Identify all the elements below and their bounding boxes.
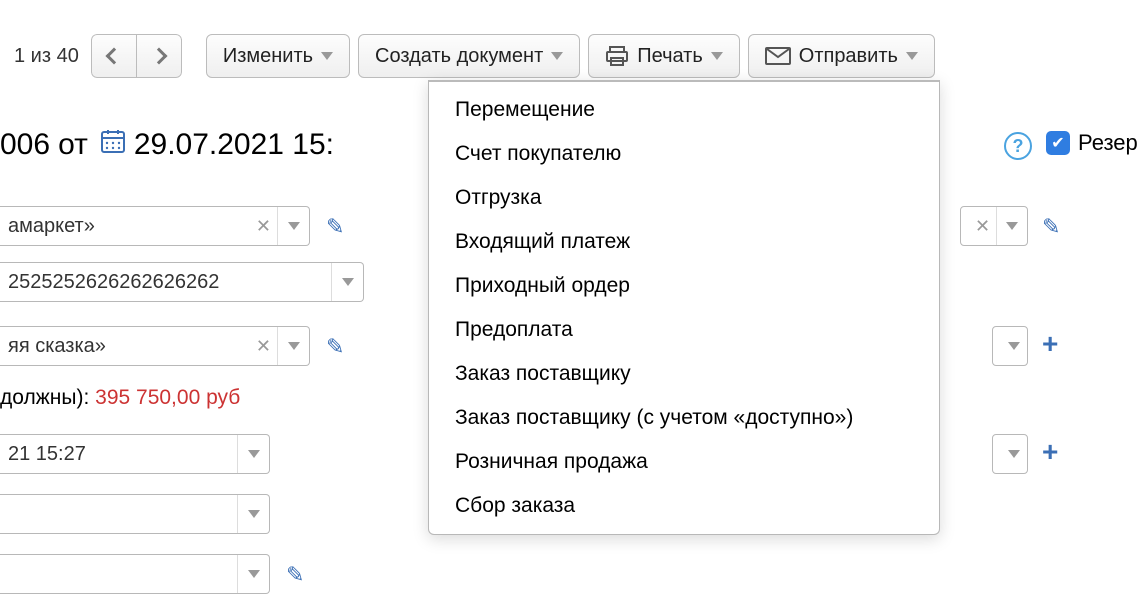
caret-down-icon <box>321 52 333 60</box>
menu-item-shipment[interactable]: Отгрузка <box>429 176 939 220</box>
organization-field[interactable]: яя сказка» ✕ <box>0 326 310 366</box>
caret-down-icon <box>248 510 260 518</box>
caret-down-icon <box>288 342 300 350</box>
edit-label: Изменить <box>223 45 313 68</box>
reserve-label: Резер <box>1078 130 1138 156</box>
add-icon[interactable]: + <box>1042 328 1058 360</box>
create-doc-button[interactable]: Создать документ <box>358 34 580 78</box>
counterparty-value: амаркет» <box>8 215 250 238</box>
menu-item-purchase-order-available[interactable]: Заказ поставщику (с учетом «доступно») <box>429 396 939 440</box>
print-label: Печать <box>637 45 703 68</box>
menu-item-move[interactable]: Перемещение <box>429 88 939 132</box>
caret-down-icon <box>342 278 354 286</box>
contract-field-tail[interactable] <box>992 326 1028 366</box>
doc-from-label: от <box>58 128 88 162</box>
balance-amount: 395 750,00 руб <box>95 386 240 409</box>
caret-down-icon <box>551 52 563 60</box>
clear-icon[interactable]: ✕ <box>969 216 996 237</box>
plan-date-field[interactable]: 21 15:27 <box>0 434 270 474</box>
send-button[interactable]: Отправить <box>748 34 935 78</box>
chevron-left-icon <box>105 48 122 65</box>
toolbar: 1 из 40 Изменить Создать документ Печать… <box>14 34 935 78</box>
dropdown-toggle[interactable] <box>237 495 269 533</box>
menu-item-incoming-payment[interactable]: Входящий платеж <box>429 220 939 264</box>
menu-item-purchase-order[interactable]: Заказ поставщику <box>429 352 939 396</box>
record-counter: 1 из 40 <box>14 45 79 68</box>
next-button[interactable] <box>136 34 182 78</box>
doc-datetime: 29.07.2021 15: <box>134 128 334 162</box>
print-button[interactable]: Печать <box>588 34 740 78</box>
edit-pencil-icon[interactable]: ✎ <box>1042 214 1060 240</box>
send-label: Отправить <box>799 45 898 68</box>
clear-icon[interactable]: ✕ <box>250 336 277 357</box>
caret-down-icon <box>1006 222 1018 230</box>
menu-item-invoice[interactable]: Счет покупателю <box>429 132 939 176</box>
caret-down-icon <box>248 570 260 578</box>
help-icon[interactable]: ? <box>1004 132 1032 160</box>
clear-icon[interactable]: ✕ <box>250 216 277 237</box>
menu-item-order-picking[interactable]: Сбор заказа <box>429 484 939 528</box>
project-field-tail[interactable] <box>992 434 1028 474</box>
dropdown-toggle[interactable] <box>1001 327 1027 365</box>
printer-icon <box>605 46 629 66</box>
caret-down-icon <box>906 52 918 60</box>
warehouse-field-tail[interactable]: ✕ <box>960 206 1028 246</box>
doc-number: 006 <box>0 128 50 162</box>
create-doc-label: Создать документ <box>375 45 543 68</box>
edit-pencil-icon[interactable]: ✎ <box>326 334 344 360</box>
caret-down-icon <box>1008 342 1020 350</box>
prev-button[interactable] <box>91 34 136 78</box>
balance-label: должны): <box>0 386 95 409</box>
caret-down-icon <box>248 450 260 458</box>
document-title: 006 от 29.07.2021 15: <box>0 128 334 162</box>
edit-pencil-icon[interactable]: ✎ <box>286 562 304 588</box>
account-value: 2525252626262626262 <box>8 271 331 294</box>
nav-buttons <box>91 34 182 78</box>
mail-icon <box>765 47 791 65</box>
chevron-right-icon <box>150 48 167 65</box>
create-doc-dropdown: Перемещение Счет покупателю Отгрузка Вхо… <box>428 80 940 535</box>
dropdown-toggle[interactable] <box>237 555 269 593</box>
organization-value: яя сказка» <box>8 335 250 358</box>
menu-item-retail-sale[interactable]: Розничная продажа <box>429 440 939 484</box>
caret-down-icon <box>711 52 723 60</box>
dropdown-toggle[interactable] <box>277 327 309 365</box>
dropdown-toggle[interactable] <box>1001 435 1027 473</box>
calendar-icon[interactable] <box>100 128 126 162</box>
dropdown-toggle[interactable] <box>237 435 269 473</box>
plan-date-value: 21 15:27 <box>8 443 237 466</box>
account-field[interactable]: 2525252626262626262 <box>0 262 364 302</box>
channel-field[interactable] <box>0 494 270 534</box>
menu-item-receipt-order[interactable]: Приходный ордер <box>429 264 939 308</box>
caret-down-icon <box>1008 450 1020 458</box>
balance-line: должны): 395 750,00 руб <box>0 386 240 410</box>
menu-item-prepayment[interactable]: Предоплата <box>429 308 939 352</box>
counterparty-field[interactable]: амаркет» ✕ <box>0 206 310 246</box>
edit-button[interactable]: Изменить <box>206 34 350 78</box>
edit-pencil-icon[interactable]: ✎ <box>326 214 344 240</box>
reserve-checkbox-group: ✔ Резер <box>1046 130 1138 156</box>
reserve-checkbox[interactable]: ✔ <box>1046 131 1070 155</box>
extra-field[interactable] <box>0 554 270 594</box>
dropdown-toggle[interactable] <box>277 207 309 245</box>
add-icon[interactable]: + <box>1042 436 1058 468</box>
dropdown-toggle[interactable] <box>331 263 363 301</box>
dropdown-toggle[interactable] <box>996 207 1027 245</box>
caret-down-icon <box>288 222 300 230</box>
